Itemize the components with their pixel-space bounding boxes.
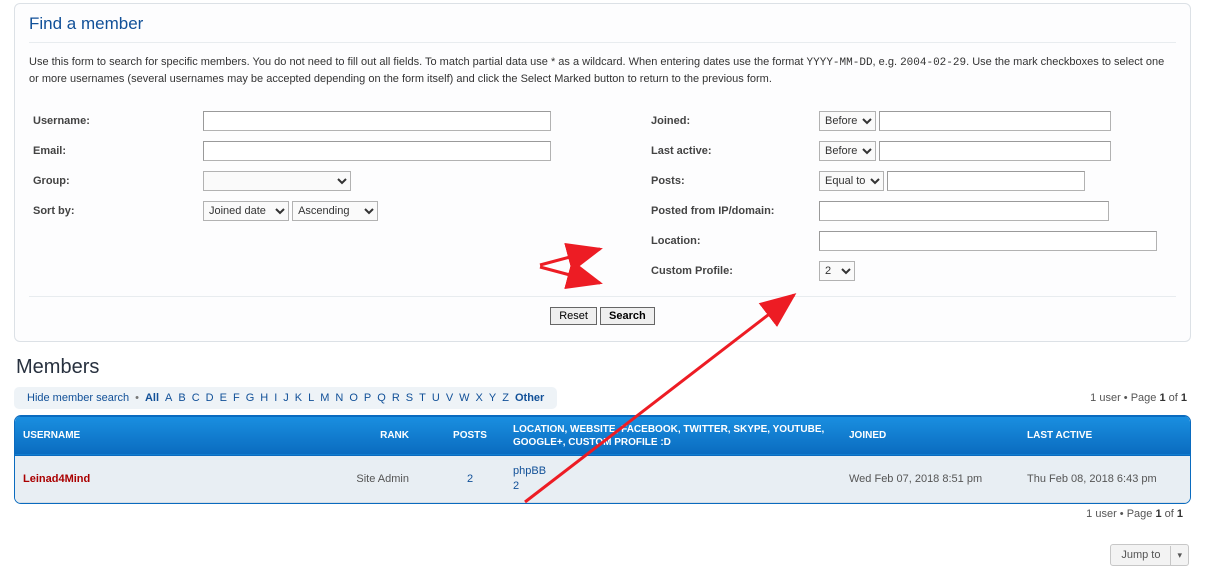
az-letter-h[interactable]: H	[260, 392, 268, 404]
jump-to-label: Jump to	[1111, 545, 1170, 565]
az-letter-e[interactable]: E	[220, 392, 227, 404]
col-username[interactable]: USERNAME	[15, 416, 325, 455]
az-letter-w[interactable]: W	[459, 392, 469, 404]
lastactive-date-input[interactable]	[879, 141, 1111, 161]
members-table: USERNAME RANK POSTS LOCATION, WEBSITE, F…	[15, 416, 1190, 503]
az-letter-o[interactable]: O	[349, 392, 358, 404]
joined-label: Joined:	[651, 115, 819, 127]
az-letter-u[interactable]: U	[432, 392, 440, 404]
az-other-link[interactable]: Other	[515, 392, 544, 404]
az-letter-c[interactable]: C	[192, 392, 200, 404]
sort-dir-select[interactable]: Ascending	[292, 201, 378, 221]
intro-part2: , e.g.	[873, 56, 901, 68]
az-letter-p[interactable]: P	[364, 392, 371, 404]
email-input[interactable]	[203, 141, 551, 161]
az-filter-box: Hide member search • All ABCDEFGHIJKLMNO…	[14, 387, 557, 409]
pager-top: 1 user • Page 1 of 1	[1090, 392, 1187, 404]
col-posts[interactable]: POSTS	[435, 416, 505, 455]
member-joined: Wed Feb 07, 2018 8:51 pm	[841, 455, 1019, 502]
sortby-label: Sort by:	[33, 205, 203, 217]
az-all-link[interactable]: All	[145, 392, 159, 404]
username-input[interactable]	[203, 111, 551, 131]
joined-date-input[interactable]	[879, 111, 1111, 131]
member-info-line2: 2	[513, 479, 833, 494]
lastactive-label: Last active:	[651, 145, 819, 157]
pager-prefix: 1 user • Page	[1090, 392, 1159, 404]
location-input[interactable]	[819, 231, 1157, 251]
pager-mid: of	[1166, 392, 1181, 404]
find-member-title: Find a member	[29, 14, 1176, 34]
members-heading: Members	[16, 356, 1205, 379]
az-letter-j[interactable]: J	[283, 392, 289, 404]
pager-total: 1	[1177, 508, 1183, 520]
location-label: Location:	[651, 235, 819, 247]
search-button[interactable]	[600, 307, 655, 325]
pager-bottom: 1 user • Page 1 of 1	[1086, 508, 1183, 520]
reset-button[interactable]	[550, 307, 597, 325]
intro-text: Use this form to search for specific mem…	[29, 55, 1176, 88]
divider	[29, 42, 1176, 43]
chevron-down-icon: ▾	[1170, 546, 1188, 565]
az-letter-q[interactable]: Q	[377, 392, 386, 404]
posts-count-input[interactable]	[887, 171, 1085, 191]
jump-to-dropdown[interactable]: Jump to ▾	[1110, 544, 1189, 566]
group-select[interactable]	[203, 171, 351, 191]
ip-input[interactable]	[819, 201, 1109, 221]
col-joined[interactable]: JOINED	[841, 416, 1019, 455]
member-username-link[interactable]: Leinad4Mind	[23, 473, 90, 485]
member-lastactive: Thu Feb 08, 2018 6:43 pm	[1019, 455, 1190, 502]
hide-member-search-link[interactable]: Hide member search	[27, 392, 129, 404]
posts-op-select[interactable]: Equal to	[819, 171, 884, 191]
az-letter-z[interactable]: Z	[502, 392, 509, 404]
pager-total: 1	[1181, 392, 1187, 404]
member-posts-link[interactable]: 2	[467, 473, 473, 485]
pager-mid: of	[1162, 508, 1177, 520]
joined-when-select[interactable]: Before	[819, 111, 876, 131]
email-label: Email:	[33, 145, 203, 157]
az-letter-m[interactable]: M	[320, 392, 329, 404]
az-letter-y[interactable]: Y	[489, 392, 496, 404]
separator-bullet: •	[135, 392, 139, 404]
az-letter-a[interactable]: A	[165, 392, 172, 404]
az-letter-r[interactable]: R	[392, 392, 400, 404]
az-letter-t[interactable]: T	[419, 392, 426, 404]
az-letter-i[interactable]: I	[274, 392, 277, 404]
az-letter-x[interactable]: X	[476, 392, 483, 404]
group-label: Group:	[33, 175, 203, 187]
az-letter-v[interactable]: V	[446, 392, 453, 404]
az-letter-g[interactable]: G	[246, 392, 255, 404]
sort-field-select[interactable]: Joined date	[203, 201, 289, 221]
intro-code-dateexample: 2004-02-29	[900, 57, 966, 69]
member-info-line1: phpBB	[513, 464, 833, 479]
az-letter-l[interactable]: L	[308, 392, 314, 404]
ip-label: Posted from IP/domain:	[651, 205, 819, 217]
member-info: phpBB 2	[505, 455, 841, 502]
intro-code-dateformat: YYYY-MM-DD	[807, 57, 873, 69]
col-lastactive[interactable]: LAST ACTIVE	[1019, 416, 1190, 455]
az-letter-s[interactable]: S	[406, 392, 413, 404]
az-letter-k[interactable]: K	[295, 392, 302, 404]
pager-prefix: 1 user • Page	[1086, 508, 1155, 520]
username-label: Username:	[33, 115, 203, 127]
az-letter-b[interactable]: B	[178, 392, 185, 404]
col-info: LOCATION, WEBSITE, FACEBOOK, TWITTER, SK…	[505, 416, 841, 455]
az-letter-d[interactable]: D	[206, 392, 214, 404]
az-letter-n[interactable]: N	[335, 392, 343, 404]
col-rank[interactable]: RANK	[325, 416, 435, 455]
posts-label: Posts:	[651, 175, 819, 187]
az-letter-f[interactable]: F	[233, 392, 240, 404]
table-row: Leinad4Mind Site Admin 2 phpBB 2 Wed Feb…	[15, 455, 1190, 502]
intro-part1: Use this form to search for specific mem…	[29, 56, 807, 68]
member-rank: Site Admin	[325, 455, 435, 502]
lastactive-when-select[interactable]: Before	[819, 141, 876, 161]
customprofile-select[interactable]: 2	[819, 261, 855, 281]
customprofile-label: Custom Profile:	[651, 265, 819, 277]
divider	[29, 296, 1176, 297]
